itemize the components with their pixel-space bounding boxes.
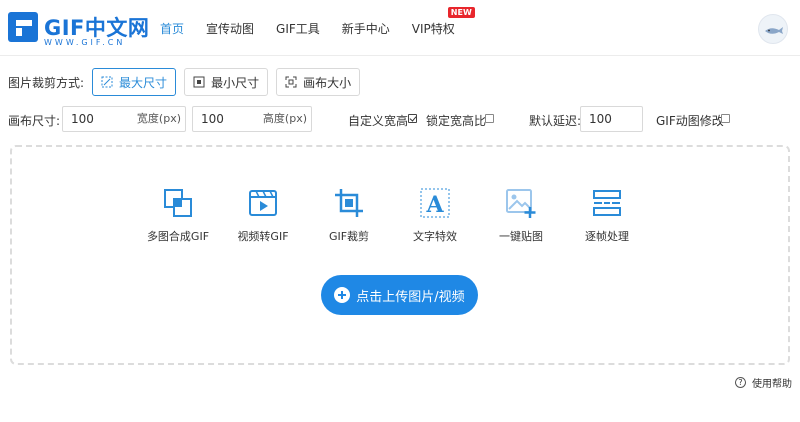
canvas-width-value: 100 bbox=[71, 112, 94, 126]
canvas-height-unit: 高度(px) bbox=[262, 112, 307, 125]
crop-mode-row: 图片裁剪方式: 最大尺寸 最小尺寸 画布大小 bbox=[8, 68, 361, 96]
default-delay-input[interactable]: 100 bbox=[580, 106, 643, 132]
text-icon: A bbox=[420, 188, 450, 218]
crop-mode-label-max: 最大尺寸 bbox=[119, 75, 168, 90]
custom-ratio-checkbox[interactable] bbox=[408, 114, 417, 123]
crop-mode-min-button[interactable]: 最小尺寸 bbox=[184, 68, 269, 96]
nav-item-beginner-center[interactable]: 新手中心 bbox=[342, 20, 390, 37]
canvas-height-value: 100 bbox=[201, 112, 224, 126]
nav-item-label: 首页 bbox=[160, 21, 185, 36]
avatar[interactable] bbox=[758, 14, 788, 44]
main-nav: 首页 宣传动图 GIF工具 新手中心 VIP特权 NEW bbox=[160, 0, 477, 56]
tool-video-to-gif[interactable]: 视频转GIF bbox=[218, 187, 308, 244]
crop-mode-max-button[interactable]: 最大尺寸 bbox=[92, 68, 177, 96]
tool-label: 文字特效 bbox=[413, 230, 457, 243]
canvas-size-label: 画布尺寸: bbox=[8, 114, 61, 128]
crop-mode-label: 图片裁剪方式: bbox=[8, 75, 85, 90]
tool-text-effects[interactable]: A 文字特效 bbox=[390, 187, 480, 244]
new-badge: NEW bbox=[447, 6, 475, 18]
tool-merge-gif[interactable]: 多图合成GIF bbox=[133, 187, 223, 244]
canvas-size-row: 画布尺寸: 100 宽度(px) 100 高度(px) 自定义宽高 锁定宽高比 … bbox=[8, 106, 798, 132]
add-image-icon bbox=[506, 189, 536, 218]
upload-button[interactable]: 点击上传图片/视频 bbox=[321, 275, 478, 315]
logo-mark-icon bbox=[8, 12, 38, 42]
nav-item-label: 宣传动图 bbox=[206, 21, 255, 36]
canvas-width-input[interactable]: 100 宽度(px) bbox=[62, 106, 186, 132]
nav-item-gif-tools[interactable]: GIF工具 bbox=[276, 20, 320, 37]
nav-item-promo-gifs[interactable]: 宣传动图 bbox=[206, 20, 254, 37]
crop-mode-label-canvas: 画布大小 bbox=[303, 75, 352, 90]
plus-circle-icon bbox=[334, 287, 351, 303]
nav-item-vip[interactable]: VIP特权 NEW bbox=[411, 6, 475, 37]
default-delay-label: 默认延迟: bbox=[529, 114, 582, 128]
lock-ratio-checkbox[interactable] bbox=[485, 114, 494, 123]
merge-images-icon bbox=[164, 189, 192, 217]
upload-button-label: 点击上传图片/视频 bbox=[356, 289, 465, 305]
frames-icon bbox=[593, 190, 621, 216]
video-icon bbox=[249, 190, 277, 216]
fish-avatar-icon bbox=[765, 27, 783, 34]
logo[interactable]: GIF中文网 WWW.GIF.CN bbox=[8, 10, 149, 50]
crop-icon bbox=[335, 189, 363, 217]
upload-dropzone[interactable]: 多图合成GIF 视频转GIF GIF裁剪 A 文字特效 一键贴图 逐帧处理 点击… bbox=[10, 145, 790, 365]
lock-ratio-label: 锁定宽高比 bbox=[426, 114, 487, 128]
nav-item-home[interactable]: 首页 bbox=[160, 20, 184, 37]
tool-label: 视频转GIF bbox=[237, 230, 289, 243]
help-label: 使用帮助 bbox=[752, 379, 792, 390]
tool-label: 多图合成GIF bbox=[146, 230, 210, 243]
crop-mode-canvas-button[interactable]: 画布大小 bbox=[276, 68, 361, 96]
question-circle-icon: ? bbox=[735, 377, 746, 388]
nav-item-label: VIP特权 bbox=[411, 21, 455, 36]
nav-item-label: 新手中心 bbox=[341, 21, 390, 36]
custom-ratio-label: 自定义宽高 bbox=[348, 114, 409, 128]
help-link[interactable]: ? 使用帮助 bbox=[735, 375, 792, 390]
default-delay-value: 100 bbox=[589, 112, 612, 126]
tool-one-click-sticker[interactable]: 一键贴图 bbox=[476, 187, 566, 244]
tool-label: 逐帧处理 bbox=[585, 230, 629, 243]
tool-label: 一键贴图 bbox=[499, 230, 543, 243]
crop-mode-label-min: 最小尺寸 bbox=[211, 75, 260, 90]
logo-subtitle: WWW.GIF.CN bbox=[44, 38, 126, 47]
svg-text:A: A bbox=[425, 192, 444, 218]
header: GIF中文网 WWW.GIF.CN 首页 宣传动图 GIF工具 新手中心 VIP… bbox=[0, 0, 800, 56]
canvas-width-unit: 宽度(px) bbox=[136, 112, 181, 125]
max-size-icon bbox=[101, 76, 113, 88]
canvas-size-icon bbox=[285, 76, 297, 88]
tool-frame-by-frame[interactable]: 逐帧处理 bbox=[562, 187, 652, 244]
canvas-height-input[interactable]: 100 高度(px) bbox=[192, 106, 312, 132]
min-size-icon bbox=[193, 76, 205, 88]
nav-item-label: GIF工具 bbox=[276, 21, 320, 36]
gif-edit-label: GIF动图修改 bbox=[656, 114, 724, 128]
gif-edit-checkbox[interactable] bbox=[721, 114, 730, 123]
tool-gif-crop[interactable]: GIF裁剪 bbox=[304, 187, 394, 244]
tool-label: GIF裁剪 bbox=[328, 230, 370, 243]
